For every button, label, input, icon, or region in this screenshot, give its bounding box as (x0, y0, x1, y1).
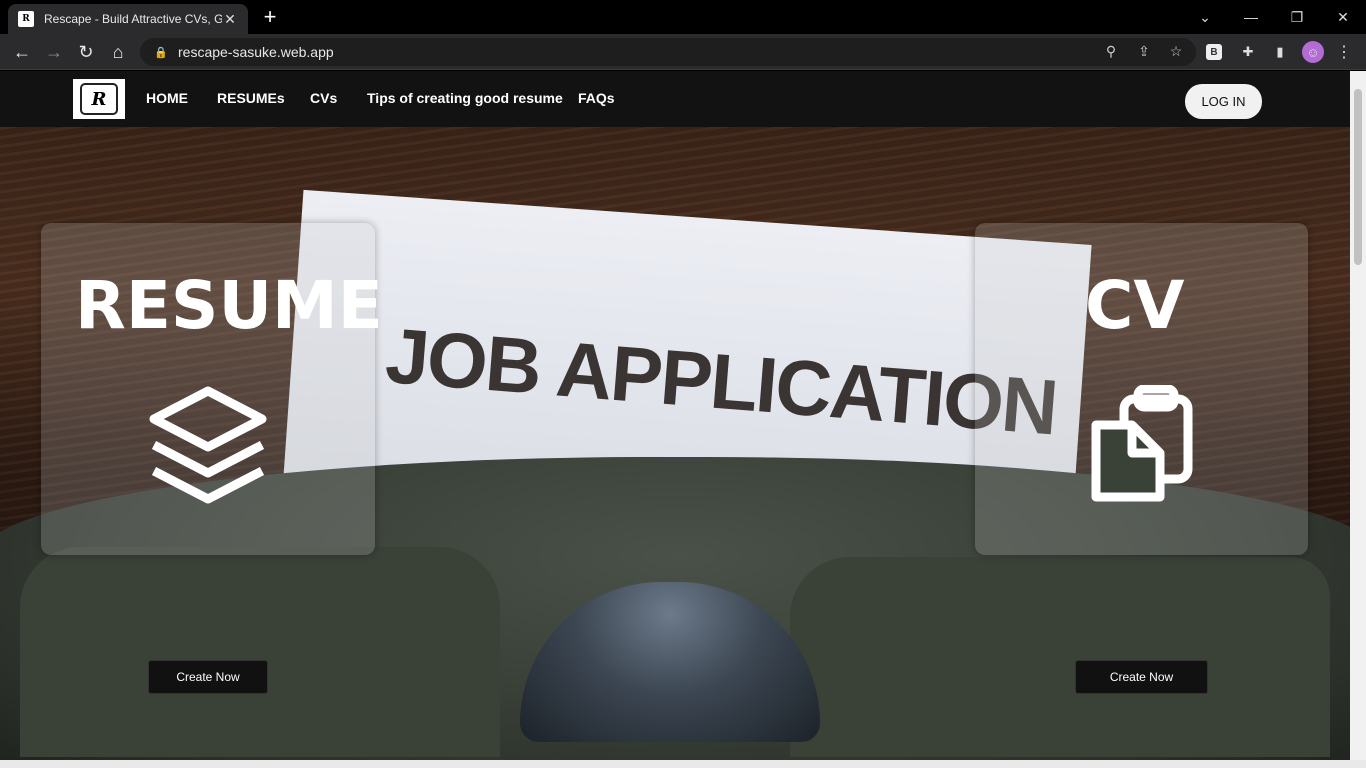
restore-icon[interactable]: ❐ (1274, 0, 1320, 34)
nav-faqs[interactable]: FAQs (578, 90, 615, 106)
site-navbar: R HOME RESUMEs CVs Tips of creating good… (0, 71, 1350, 127)
scrollbar-thumb[interactable] (1354, 89, 1362, 265)
bottom-strip (0, 760, 1366, 768)
site-logo[interactable]: R (73, 79, 125, 119)
nav-resumes[interactable]: RESUMEs (217, 90, 285, 106)
tab-title: Rescape - Build Attractive CVs, Get (44, 12, 222, 26)
login-button[interactable]: LOG IN (1185, 84, 1262, 119)
typewriter-left-panel (20, 547, 500, 757)
close-tab-icon[interactable]: ✕ (222, 11, 238, 28)
new-tab-icon[interactable]: + (258, 6, 282, 30)
create-resume-button[interactable]: Create Now (148, 660, 268, 694)
tab-search-icon[interactable]: ⌄ (1182, 0, 1228, 34)
logo-mark: R (80, 83, 118, 115)
resume-title: RESUME (75, 267, 383, 344)
share-icon[interactable]: ⇪ (1133, 40, 1155, 62)
typewriter-right-panel (790, 557, 1330, 757)
sidebar-icon[interactable]: ▮ (1270, 42, 1290, 62)
clipboard-icon (1091, 385, 1193, 502)
lock-icon[interactable]: 🔒 (154, 46, 168, 59)
puzzle-icon[interactable]: ✚ (1238, 42, 1258, 62)
profile-avatar-icon[interactable]: ☺ (1302, 41, 1324, 63)
url-text: rescape-sasuke.web.app (178, 44, 334, 60)
hero-section: JOB APPLICATION RESUME Create Now CV Cre… (0, 127, 1350, 760)
zoom-icon[interactable]: ⚲ (1100, 40, 1122, 62)
layers-icon (149, 386, 267, 504)
browser-tabbar: R Rescape - Build Attractive CVs, Get ✕ … (0, 0, 1366, 34)
create-cv-button[interactable]: Create Now (1075, 660, 1208, 694)
home-icon[interactable]: ⌂ (106, 40, 130, 64)
menu-kebab-icon[interactable]: ⋮ (1334, 42, 1354, 62)
address-bar[interactable]: 🔒 rescape-sasuke.web.app (140, 38, 1196, 66)
back-icon[interactable]: ← (10, 40, 34, 64)
close-window-icon[interactable]: ✕ (1320, 0, 1366, 34)
nav-home[interactable]: HOME (146, 90, 188, 106)
nav-cvs[interactable]: CVs (310, 90, 337, 106)
minimize-icon[interactable]: — (1228, 0, 1274, 34)
forward-icon[interactable]: → (42, 40, 66, 64)
page-scrollbar[interactable] (1350, 71, 1366, 760)
extension-b-icon[interactable]: B (1206, 44, 1222, 60)
browser-toolbar: ← → ↻ ⌂ 🔒 rescape-sasuke.web.app ⚲ ⇪ ☆ B… (0, 34, 1366, 70)
page: R HOME RESUMEs CVs Tips of creating good… (0, 71, 1350, 760)
nav-tips[interactable]: Tips of creating good resume (367, 90, 563, 106)
bookmark-star-icon[interactable]: ☆ (1165, 40, 1187, 62)
browser-tab[interactable]: R Rescape - Build Attractive CVs, Get ✕ (8, 4, 248, 34)
site-favicon-icon: R (18, 11, 34, 27)
reload-icon[interactable]: ↻ (74, 40, 98, 64)
cv-title: CV (1085, 267, 1185, 344)
